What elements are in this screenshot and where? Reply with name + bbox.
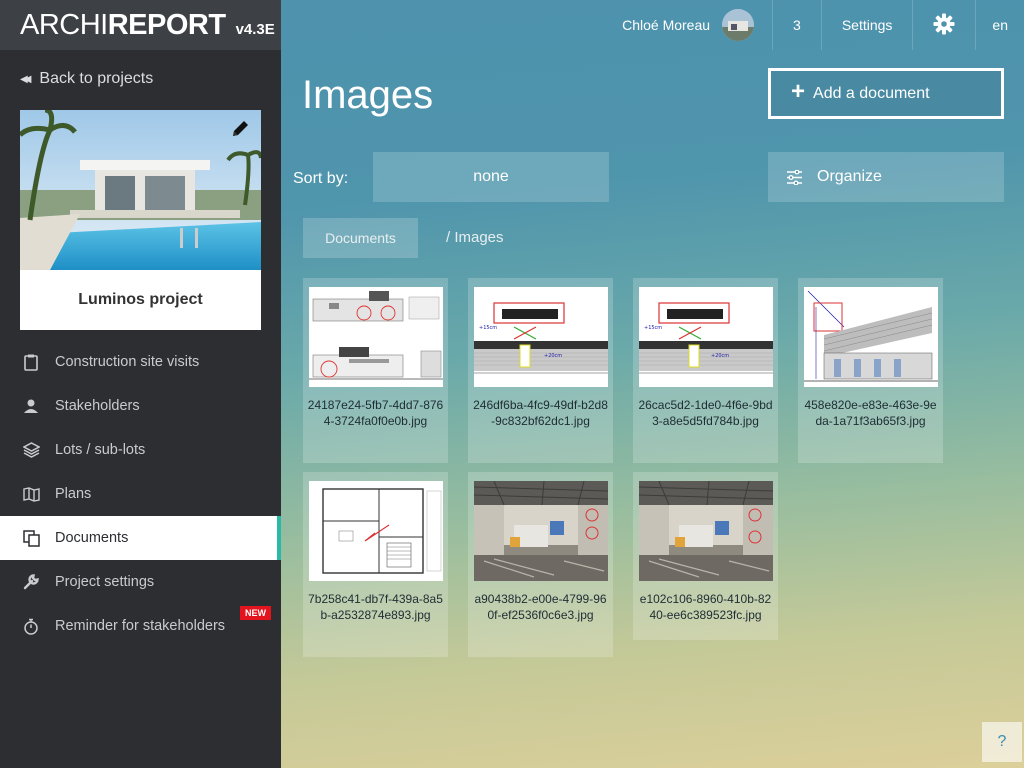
file-tile[interactable]: e102c106-8960-410b-8240-ee6c389523fc.jpg	[633, 472, 778, 640]
file-name: 26cac5d2-1de0-4f6e-9bd3-a8e5d5fd784b.jpg	[638, 398, 773, 428]
file-thumbnail	[639, 481, 773, 581]
brand-logo: ARCHIREPORT v4.3E	[0, 0, 281, 50]
settings-link[interactable]: Settings	[820, 0, 913, 50]
project-name: Luminos project	[78, 291, 203, 308]
file-tile[interactable]: +15cm +20cm 26cac5d2-1de0-4f6e-9bd3-a8e5…	[633, 278, 778, 463]
topbar: Chloé Moreau 3 Settings en	[281, 0, 1024, 50]
sidebar-item-documents[interactable]: Documents	[0, 516, 281, 560]
svg-text:+20cm: +20cm	[711, 353, 729, 359]
file-tile[interactable]: 24187e24-5fb7-4dd7-8764-3724fa0f0e0b.jpg	[303, 278, 448, 463]
file-thumbnail	[309, 481, 443, 581]
back-to-projects-link[interactable]: ◀◀ Back to projects	[20, 70, 153, 88]
main-content: Chloé Moreau 3 Settings en Images + Add …	[281, 0, 1024, 768]
plus-icon: +	[791, 78, 806, 105]
sidebar-item-label: Construction site visits	[55, 354, 200, 370]
sidebar-item-stakeholders[interactable]: Stakeholders	[0, 384, 281, 428]
language-label: en	[992, 17, 1008, 33]
file-name: 458e820e-e83e-463e-9eda-1a71f3ab65f3.jpg	[804, 398, 937, 428]
avatar	[722, 9, 755, 41]
sidebar-item-label: Plans	[55, 486, 92, 502]
sidebar-item-lots[interactable]: Lots / sub-lots	[0, 428, 281, 472]
file-thumbnail	[804, 287, 938, 387]
documents-icon	[22, 529, 40, 547]
breadcrumb-documents[interactable]: Documents	[303, 218, 418, 258]
gear-icon	[933, 13, 955, 38]
svg-text:+20cm: +20cm	[544, 353, 562, 359]
language-switcher[interactable]: en	[975, 0, 1024, 50]
sidebar-item-label: Lots / sub-lots	[55, 442, 146, 458]
sliders-icon	[786, 169, 817, 185]
double-arrow-left-icon: ◀◀	[20, 73, 32, 85]
file-name: e102c106-8960-410b-8240-ee6c389523fc.jpg	[639, 592, 772, 622]
sidebar-nav: Construction site visits Stakeholders Lo…	[0, 340, 281, 648]
edit-pencil-icon[interactable]	[229, 118, 251, 140]
svg-text:+15cm: +15cm	[644, 325, 662, 331]
sidebar-item-label: Documents	[55, 530, 129, 546]
user-menu[interactable]: Chloé Moreau	[602, 0, 772, 50]
file-tile[interactable]: +15cm +20cm 246df6ba-4fc9-49df-b2d8-9c83…	[468, 278, 613, 463]
file-thumbnail: +15cm +20cm	[474, 287, 608, 387]
help-button[interactable]: ?	[982, 722, 1022, 762]
settings-label: Settings	[841, 17, 893, 33]
brand-version: v4.3E	[235, 20, 275, 38]
sort-select[interactable]: none	[373, 152, 609, 202]
sidebar-item-label: Project settings	[55, 574, 155, 590]
sidebar-item-reminder[interactable]: Reminder for stakeholders NEW	[0, 604, 281, 648]
file-tile[interactable]: 7b258c41-db7f-439a-8a5b-a2532874e893.jpg	[303, 472, 448, 657]
breadcrumb-root-label: Documents	[325, 230, 396, 246]
sidebar-item-label: Reminder for stakeholders	[55, 618, 226, 634]
add-document-label: Add a document	[813, 84, 930, 102]
file-tile[interactable]: 458e820e-e83e-463e-9eda-1a71f3ab65f3.jpg	[798, 278, 943, 463]
project-image	[20, 110, 261, 270]
project-card[interactable]: Luminos project	[20, 110, 261, 330]
file-thumbnail: +15cm +20cm	[639, 287, 773, 387]
add-document-button[interactable]: + Add a document	[768, 68, 1004, 119]
file-thumbnail	[474, 481, 608, 581]
organize-button[interactable]: Organize	[768, 152, 1004, 202]
sidebar-item-construction-site-visits[interactable]: Construction site visits	[0, 340, 281, 384]
sidebar-item-plans[interactable]: Plans	[0, 472, 281, 516]
sidebar-item-project-settings[interactable]: Project settings	[0, 560, 281, 604]
notifications-counter[interactable]: 3	[772, 0, 821, 50]
svg-text:+15cm: +15cm	[479, 325, 497, 331]
file-name: 7b258c41-db7f-439a-8a5b-a2532874e893.jpg	[308, 592, 443, 622]
layers-icon	[22, 441, 40, 459]
sort-value: none	[473, 168, 509, 185]
user-icon	[22, 397, 40, 415]
breadcrumb-current: / Images	[446, 229, 504, 246]
file-name: a90438b2-e00e-4799-960f-ef2536f0c6e3.jpg	[474, 592, 607, 622]
back-label: Back to projects	[39, 70, 154, 87]
sidebar: ARCHIREPORT v4.3E ◀◀ Back to projects Lu…	[0, 0, 281, 768]
file-name: 24187e24-5fb7-4dd7-8764-3724fa0f0e0b.jpg	[307, 398, 444, 428]
file-name: 246df6ba-4fc9-49df-b2d8-9c832bf62dc1.jpg	[473, 398, 608, 428]
notification-count: 3	[793, 17, 801, 33]
clipboard-icon	[22, 353, 40, 371]
file-thumbnail	[309, 287, 443, 387]
sidebar-item-label: Stakeholders	[55, 398, 140, 414]
wrench-icon	[22, 573, 40, 591]
sort-label: Sort by:	[293, 170, 349, 187]
stopwatch-icon	[22, 617, 40, 635]
page-title: Images	[302, 73, 434, 117]
file-tile[interactable]: a90438b2-e00e-4799-960f-ef2536f0c6e3.jpg	[468, 472, 613, 657]
user-name: Chloé Moreau	[622, 17, 711, 33]
brand-name: ARCHIREPORT	[20, 8, 226, 41]
map-icon	[22, 485, 40, 503]
new-badge: NEW	[240, 606, 271, 620]
help-label: ?	[997, 733, 1007, 750]
organize-label: Organize	[817, 168, 882, 185]
gear-button[interactable]	[912, 0, 975, 50]
